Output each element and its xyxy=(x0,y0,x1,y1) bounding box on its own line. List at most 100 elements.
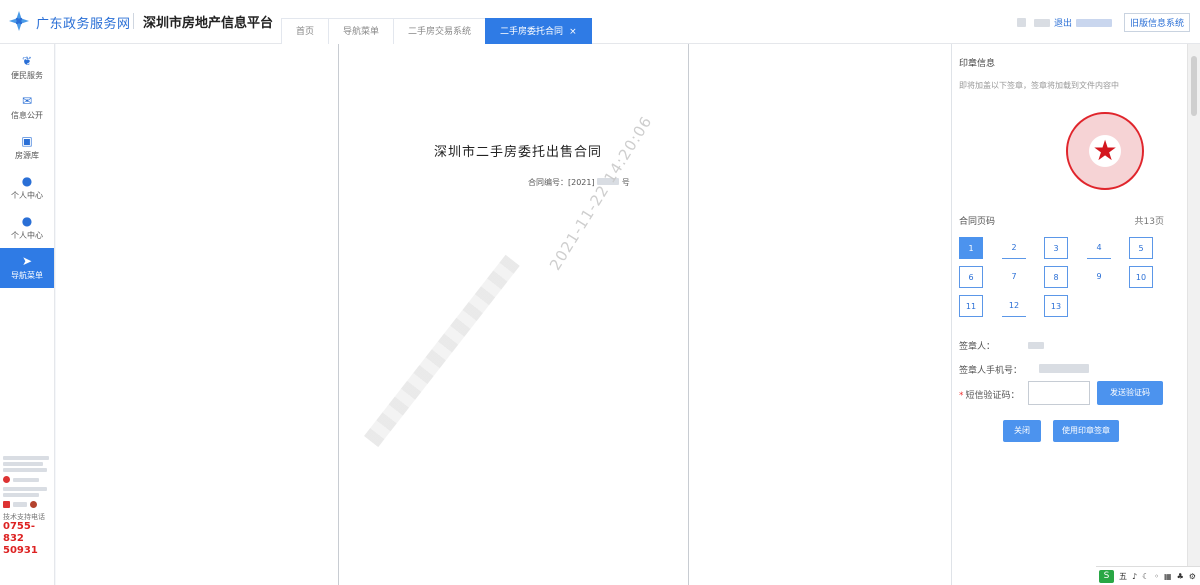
brand-name[interactable]: 广东政务服务网 xyxy=(36,13,131,32)
building-icon: ▣ xyxy=(21,134,33,148)
service-icon: ❦ xyxy=(21,54,33,68)
close-icon[interactable]: × xyxy=(569,27,577,37)
tab-nav-menu[interactable]: 导航菜单 xyxy=(328,18,395,44)
footer-text-redacted xyxy=(3,487,47,491)
panel-scrollbar[interactable] xyxy=(1187,44,1200,585)
sidebar-footer: 技术支持电话 0755-832 50931 xyxy=(3,456,53,557)
required-marker: * xyxy=(959,391,964,401)
pages-total: 共13页 xyxy=(1134,217,1164,227)
ime-item[interactable]: ♪ xyxy=(1132,572,1137,581)
contract-number-suffix: 号 xyxy=(621,178,630,187)
contract-number-label: 合同编号：[2021] xyxy=(528,178,595,187)
send-code-button[interactable]: 发送验证码 xyxy=(1097,381,1163,405)
redacted-stamp-trail xyxy=(364,254,520,448)
hotline-number-cont: 50931 xyxy=(3,545,38,556)
page-button-7[interactable]: 7 xyxy=(1002,266,1026,288)
code-label: 短信验证码： xyxy=(965,391,1020,401)
seal-panel: 印章信息 即将加盖以下签章，签章将加载到文件内容中 ★ 合同页码 共13页 1 … xyxy=(951,44,1187,585)
sidebar-item-label: 个人中心 xyxy=(11,231,43,240)
avatar xyxy=(1016,18,1026,27)
user-icon: ● xyxy=(21,214,33,228)
star-icon: ★ xyxy=(1092,134,1118,167)
tab-home[interactable]: 首页 xyxy=(281,18,330,44)
phone-label: 签章人手机号： xyxy=(959,366,1023,376)
timestamp-watermark: 2021-11-22 14:20:06 xyxy=(546,112,656,274)
sidebar-item-label: 房源库 xyxy=(15,151,39,160)
phone-row: 签章人手机号： xyxy=(959,363,1089,376)
ime-item[interactable]: ◦ xyxy=(1154,572,1159,581)
page-selector-header: 合同页码 共13页 xyxy=(959,214,1164,227)
footer-text-redacted xyxy=(3,456,49,460)
ime-item[interactable]: ⚙ xyxy=(1189,572,1196,581)
close-button[interactable]: 关闭 xyxy=(1003,420,1041,442)
ime-item[interactable]: 五 xyxy=(1119,571,1127,582)
signer-row: 签章人： xyxy=(959,339,1044,352)
company-seal[interactable]: ★ xyxy=(1066,112,1144,190)
sidebar: ❦ 便民服务 ✉ 信息公开 ▣ 房源库 ● 个人中心 ● 个人中心 ➤ 导航菜单… xyxy=(0,44,55,585)
tab-label: 导航菜单 xyxy=(343,27,380,37)
badge-text-redacted xyxy=(13,502,27,507)
page-right-edge xyxy=(688,44,689,585)
page-button-5[interactable]: 5 xyxy=(1129,237,1153,259)
panel-hint: 即将加盖以下签章，签章将加载到文件内容中 xyxy=(959,81,1119,90)
sidebar-item-listings[interactable]: ▣ 房源库 xyxy=(0,128,54,168)
username-redacted xyxy=(1033,18,1050,27)
page-button-4[interactable]: 4 xyxy=(1087,237,1111,259)
ime-logo-icon[interactable]: S xyxy=(1099,569,1114,583)
footer-text-redacted xyxy=(3,468,47,472)
page-button-11[interactable]: 11 xyxy=(959,295,983,317)
phone-number-redacted xyxy=(1038,364,1089,373)
sms-code-input[interactable] xyxy=(1028,381,1090,405)
logout-link[interactable]: 退出 xyxy=(1054,16,1072,29)
sidebar-item-label: 个人中心 xyxy=(11,191,43,200)
sidebar-item-personal-2[interactable]: ● 个人中心 xyxy=(0,208,54,248)
mail-icon: ✉ xyxy=(21,94,33,108)
apply-seal-button[interactable]: 使用印章签章 xyxy=(1053,420,1119,442)
page-button-1[interactable]: 1 xyxy=(959,237,983,259)
page-button-10[interactable]: 10 xyxy=(1129,266,1153,288)
gov-badge-icon xyxy=(30,501,37,508)
tab-label: 二手房交易系统 xyxy=(408,27,472,37)
page-button-8[interactable]: 8 xyxy=(1044,266,1068,288)
badge-text-redacted xyxy=(13,477,39,482)
ime-item[interactable]: ♣ xyxy=(1177,572,1184,581)
contract-title: 深圳市二手房委托出售合同 xyxy=(434,145,603,160)
page-button-2[interactable]: 2 xyxy=(1002,237,1026,259)
hotline-label: 技术支持电话 xyxy=(3,513,45,521)
sidebar-item-navigation[interactable]: ➤ 导航菜单 xyxy=(0,248,54,288)
panel-title: 印章信息 xyxy=(959,59,996,69)
sidebar-item-personal[interactable]: ● 个人中心 xyxy=(0,168,54,208)
account-redacted xyxy=(1075,18,1112,27)
sidebar-item-info[interactable]: ✉ 信息公开 xyxy=(0,88,54,128)
page-button-9[interactable]: 9 xyxy=(1087,266,1111,288)
hotline-number: 0755-832 xyxy=(3,521,35,544)
page-button-6[interactable]: 6 xyxy=(959,266,983,288)
code-row: * 短信验证码： xyxy=(959,388,1020,401)
tab-secondhand-system[interactable]: 二手房交易系统 xyxy=(393,18,487,44)
navigation-icon: ➤ xyxy=(21,254,33,268)
sidebar-item-label: 信息公开 xyxy=(11,111,43,120)
ime-toolbar[interactable]: S 五 ♪ ☾ ◦ ▦ ♣ ⚙ xyxy=(1096,566,1200,585)
header-user-area: 退出 旧版信息系统 xyxy=(1016,13,1190,32)
emblem-icon xyxy=(3,476,10,483)
sidebar-item-label: 导航菜单 xyxy=(11,271,43,280)
page-button-13[interactable]: 13 xyxy=(1044,295,1068,317)
tab-contract[interactable]: 二手房委托合同 × xyxy=(485,18,592,44)
tab-label: 首页 xyxy=(296,27,315,37)
police-badge xyxy=(3,476,53,483)
sidebar-item-label: 便民服务 xyxy=(11,71,43,80)
page-button-12[interactable]: 12 xyxy=(1002,295,1026,317)
contract-viewer[interactable]: 深圳市二手房委托出售合同 合同编号：[2021] 号 2021-11-22 14… xyxy=(56,44,951,585)
page-button-3[interactable]: 3 xyxy=(1044,237,1068,259)
scrollbar-thumb[interactable] xyxy=(1191,56,1197,116)
ime-item[interactable]: ▦ xyxy=(1164,572,1172,581)
gov-badge-icon xyxy=(3,501,10,508)
tab-label: 二手房委托合同 xyxy=(500,27,564,37)
platform-title: 深圳市房地产信息平台 xyxy=(143,16,274,31)
ime-item[interactable]: ☾ xyxy=(1142,572,1149,581)
site-badges xyxy=(3,501,53,508)
pages-label: 合同页码 xyxy=(959,217,996,227)
sidebar-item-service[interactable]: ❦ 便民服务 xyxy=(0,48,54,88)
gov-logo-icon xyxy=(9,11,29,31)
old-system-button[interactable]: 旧版信息系统 xyxy=(1123,13,1190,32)
